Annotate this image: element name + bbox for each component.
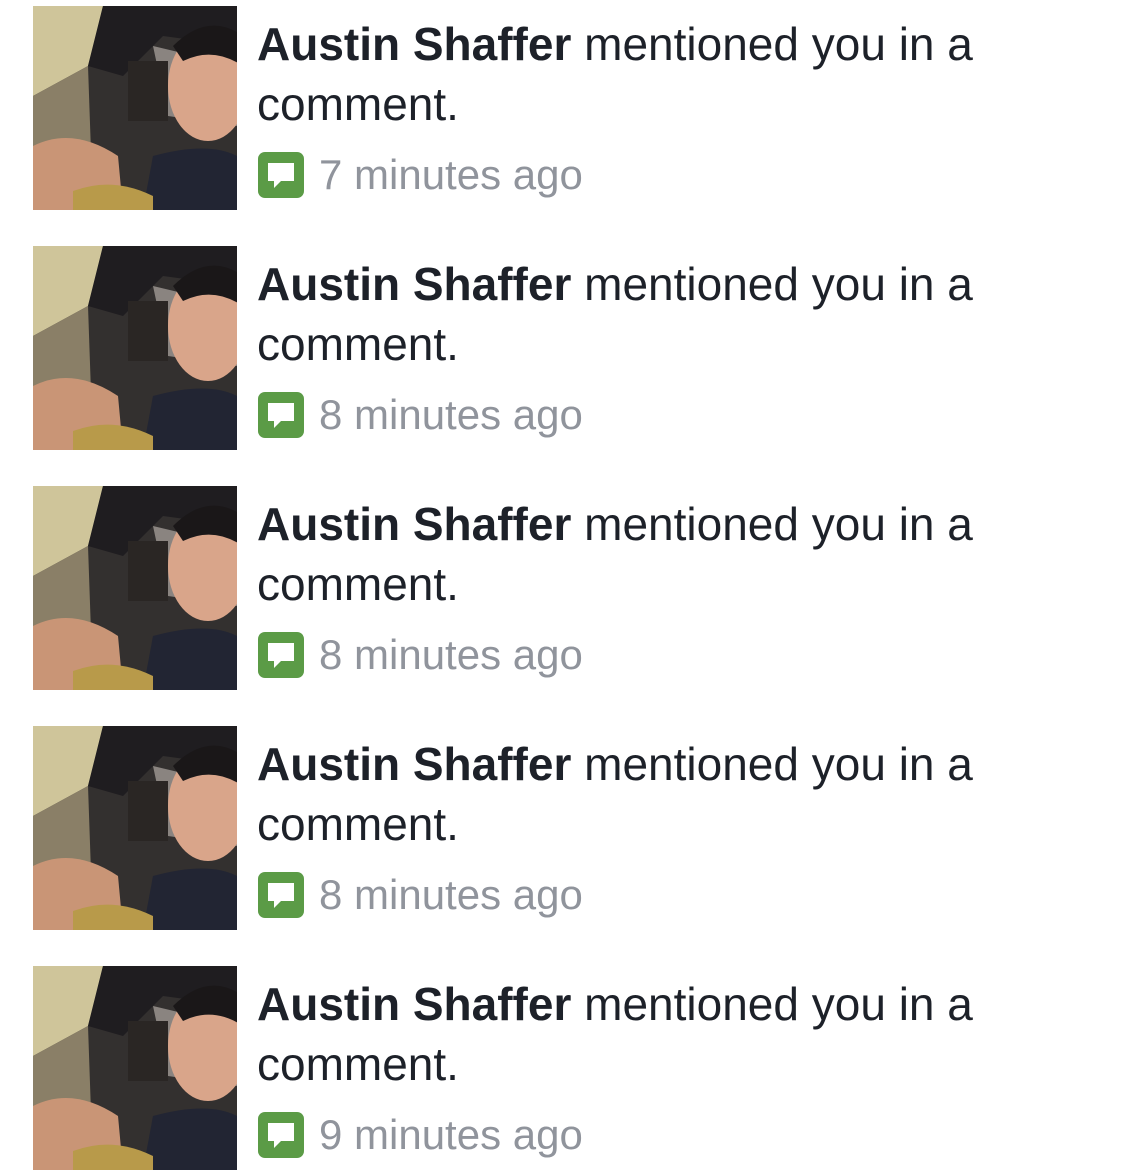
notification-meta: 8 minutes ago — [257, 385, 583, 445]
notification-time: 8 minutes ago — [319, 391, 583, 438]
notification-item[interactable]: Austin Shaffer mentioned you in a commen… — [0, 240, 1125, 450]
notification-meta: 8 minutes ago — [257, 865, 583, 925]
notification-item[interactable]: Austin Shaffer mentioned you in a commen… — [0, 960, 1125, 1170]
comment-bubble-icon — [258, 392, 304, 438]
notification-text: Austin Shaffer mentioned you in a commen… — [257, 254, 1097, 374]
avatar[interactable] — [33, 486, 237, 690]
notification-text: Austin Shaffer mentioned you in a commen… — [257, 494, 1097, 614]
notification-time: 8 minutes ago — [319, 871, 583, 918]
notification-meta: 9 minutes ago — [257, 1105, 583, 1165]
avatar[interactable] — [33, 246, 237, 450]
notification-item[interactable]: Austin Shaffer mentioned you in a commen… — [0, 720, 1125, 930]
notification-item[interactable]: Austin Shaffer mentioned you in a commen… — [0, 0, 1125, 210]
notification-time: 9 minutes ago — [319, 1111, 583, 1158]
notification-time: 7 minutes ago — [319, 151, 583, 198]
notification-text: Austin Shaffer mentioned you in a commen… — [257, 14, 1097, 134]
actor-name[interactable]: Austin Shaffer — [257, 738, 571, 790]
actor-name[interactable]: Austin Shaffer — [257, 498, 571, 550]
comment-bubble-icon — [258, 1112, 304, 1158]
notification-meta: 8 minutes ago — [257, 625, 583, 685]
comment-bubble-icon — [258, 872, 304, 918]
notification-item[interactable]: Austin Shaffer mentioned you in a commen… — [0, 480, 1125, 690]
notification-text: Austin Shaffer mentioned you in a commen… — [257, 734, 1097, 854]
avatar[interactable] — [33, 966, 237, 1170]
actor-name[interactable]: Austin Shaffer — [257, 978, 571, 1030]
notification-time: 8 minutes ago — [319, 631, 583, 678]
comment-bubble-icon — [258, 152, 304, 198]
actor-name[interactable]: Austin Shaffer — [257, 18, 571, 70]
notification-text: Austin Shaffer mentioned you in a commen… — [257, 974, 1097, 1094]
avatar[interactable] — [33, 726, 237, 930]
avatar[interactable] — [33, 6, 237, 210]
actor-name[interactable]: Austin Shaffer — [257, 258, 571, 310]
notifications-list: Austin Shaffer mentioned you in a commen… — [0, 0, 1125, 1170]
notification-meta: 7 minutes ago — [257, 145, 583, 205]
comment-bubble-icon — [258, 632, 304, 678]
